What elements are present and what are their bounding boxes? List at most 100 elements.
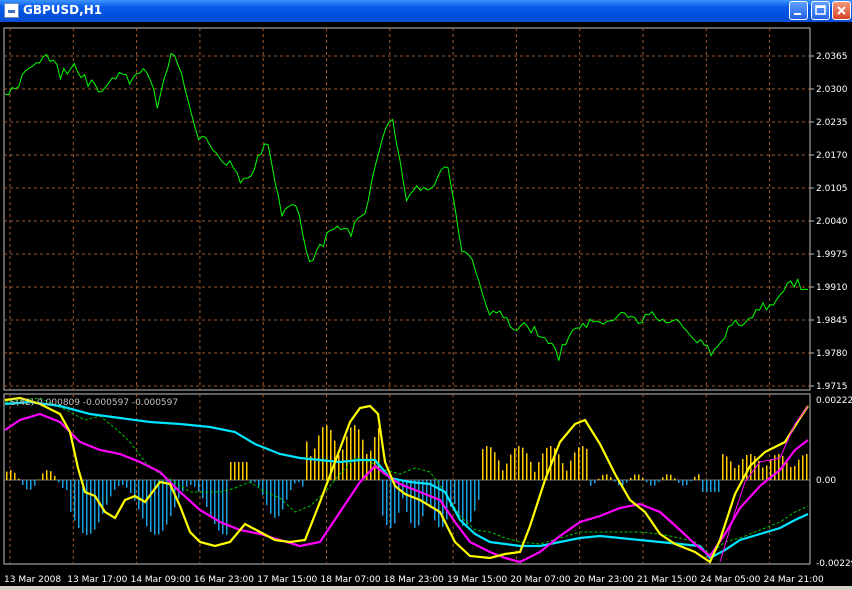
- histogram-bar: [598, 478, 600, 480]
- histogram-bar: [654, 480, 656, 486]
- histogram-bar: [638, 474, 640, 480]
- histogram-bar: [138, 480, 140, 510]
- histogram-bar: [670, 474, 672, 480]
- histogram-bar: [542, 453, 544, 480]
- histogram-bar: [302, 480, 304, 487]
- time-tick-label: 13 Mar 17:00: [67, 575, 127, 585]
- histogram-bar: [114, 480, 116, 490]
- histogram-bar: [790, 467, 792, 480]
- maximize-icon: [815, 5, 826, 15]
- histogram-bar: [338, 455, 340, 480]
- histogram-bar: [370, 450, 372, 480]
- histogram-bar: [502, 470, 504, 480]
- indicator-tick-label: -0.00229: [816, 559, 852, 569]
- histogram-bar: [666, 474, 668, 480]
- histogram-bar: [734, 468, 736, 480]
- histogram-bar: [162, 480, 164, 531]
- time-tick-label: 16 Mar 23:00: [194, 575, 254, 585]
- histogram-bar: [190, 480, 192, 485]
- histogram-bar: [478, 480, 480, 500]
- main-chart-frame: [3, 27, 811, 391]
- histogram-bar: [694, 476, 696, 480]
- histogram-bar: [122, 480, 124, 486]
- histogram-bar: [534, 471, 536, 480]
- histogram-bar: [710, 480, 712, 492]
- histogram-bar: [130, 480, 132, 493]
- close-button[interactable]: [832, 1, 851, 20]
- histogram-bar: [614, 480, 616, 482]
- close-icon: [837, 6, 846, 15]
- histogram-bar: [470, 480, 472, 523]
- histogram-bar: [674, 478, 676, 480]
- histogram-bar: [626, 480, 628, 483]
- price-tick-label: 2.0040: [816, 217, 848, 227]
- histogram-bar: [706, 480, 708, 492]
- histogram-bar: [586, 448, 588, 480]
- histogram-bar: [70, 480, 72, 512]
- histogram-bar: [582, 446, 584, 480]
- histogram-bar: [110, 480, 112, 497]
- histogram-bar: [218, 480, 220, 531]
- histogram-bar: [730, 461, 732, 480]
- histogram-bar: [26, 480, 28, 490]
- price-tick-label: 2.0235: [816, 118, 848, 128]
- histogram-bar: [94, 480, 96, 530]
- histogram-bar: [326, 425, 328, 480]
- indicator-tick-label: 0.00222: [816, 396, 852, 406]
- histogram-bar: [50, 471, 52, 480]
- histogram-bar: [262, 480, 264, 496]
- chart-area[interactable]: 2.0365 2.0300 2.0235 2.0170 2.0105 2.0040 1.99…: [0, 22, 852, 586]
- histogram-bar: [390, 480, 392, 528]
- histogram-bar: [290, 480, 292, 490]
- histogram-bar: [474, 480, 476, 511]
- time-tick-label: 13 Mar 2008: [4, 575, 61, 585]
- histogram-bar: [494, 452, 496, 480]
- histogram-bar: [762, 467, 764, 480]
- histogram-bar: [794, 465, 796, 480]
- histogram-bar: [594, 480, 596, 484]
- histogram-bar: [350, 427, 352, 480]
- histogram-bar: [518, 446, 520, 480]
- histogram-bar: [702, 480, 704, 492]
- histogram-bar: [242, 462, 244, 480]
- price-tick-label: 2.0105: [816, 184, 848, 194]
- histogram-bar: [382, 480, 384, 516]
- histogram-bar: [746, 455, 748, 480]
- chart-canvas[interactable]: 2.0365 2.0300 2.0235 2.0170 2.0105 2.0040 1.99…: [0, 22, 852, 586]
- histogram-bar: [438, 480, 440, 528]
- histogram-bar: [318, 435, 320, 480]
- histogram-bar: [274, 480, 276, 518]
- histogram-bar: [38, 479, 40, 480]
- histogram-bar: [418, 480, 420, 526]
- histogram-bar: [506, 463, 508, 480]
- histogram-bar: [522, 447, 524, 480]
- minimize-button[interactable]: [789, 1, 808, 20]
- maximize-button[interactable]: [811, 1, 830, 20]
- histogram-bar: [798, 459, 800, 480]
- histogram-bar: [686, 480, 688, 486]
- histogram-bar: [126, 480, 128, 488]
- main-grid: [4, 28, 810, 390]
- histogram-bar: [562, 463, 564, 480]
- histogram-bar: [490, 447, 492, 480]
- time-tick-label: 17 Mar 15:00: [257, 575, 317, 585]
- histogram-bar: [314, 448, 316, 480]
- histogram-bar: [106, 480, 108, 505]
- histogram-bar: [30, 480, 32, 490]
- histogram-bar: [206, 480, 208, 507]
- time-tick-label: 18 Mar 07:00: [321, 575, 381, 585]
- histogram-bar: [662, 477, 664, 480]
- histogram-bar: [286, 480, 288, 500]
- histogram-bar: [306, 441, 308, 480]
- histogram-bar: [590, 480, 592, 486]
- histogram-bar: [558, 454, 560, 480]
- histogram-bar: [738, 465, 740, 480]
- histogram-bar: [658, 480, 660, 482]
- histogram-bar: [182, 480, 184, 492]
- price-tick-label: 1.9975: [816, 250, 848, 260]
- histogram-bar: [578, 447, 580, 480]
- histogram-bar: [510, 454, 512, 480]
- histogram-bar: [454, 480, 456, 504]
- chart-window-icon: [4, 3, 19, 18]
- histogram-bar: [802, 455, 804, 480]
